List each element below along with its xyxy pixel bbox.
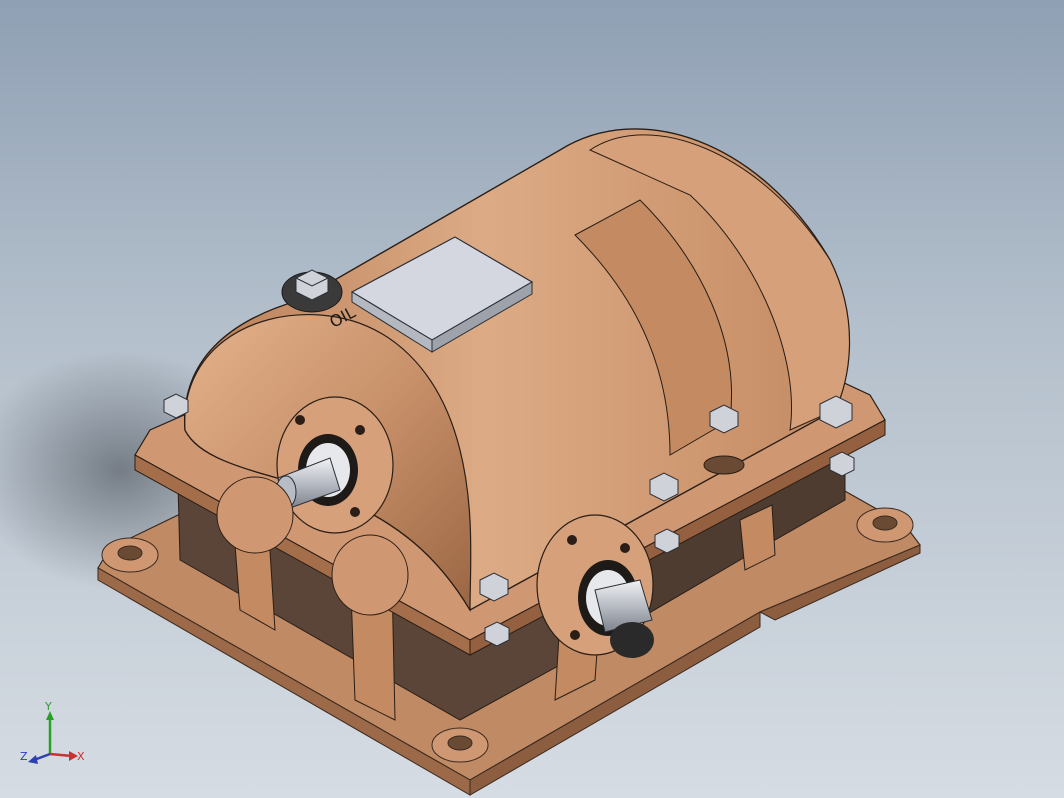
- input-bearing-cap[interactable]: [276, 396, 394, 534]
- x-axis-line: [49, 752, 73, 758]
- z-axis-label: Z: [20, 750, 28, 763]
- z-axis-arrow: [28, 755, 38, 764]
- bearing-boss-middle: [331, 534, 409, 616]
- bearing-boss-left: [216, 476, 294, 554]
- mounting-hole-right: [856, 507, 914, 543]
- lifting-slot: [703, 455, 745, 475]
- view-orientation-triad[interactable]: Y X Z: [14, 700, 94, 780]
- y-axis-label: Y: [44, 700, 52, 713]
- x-axis-label: X: [77, 750, 85, 763]
- oil-filler-plug[interactable]: [281, 269, 343, 313]
- mounting-hole-front-left: [101, 537, 159, 573]
- mounting-hole-front: [431, 727, 489, 763]
- cad-viewport[interactable]: OIL: [0, 0, 1064, 798]
